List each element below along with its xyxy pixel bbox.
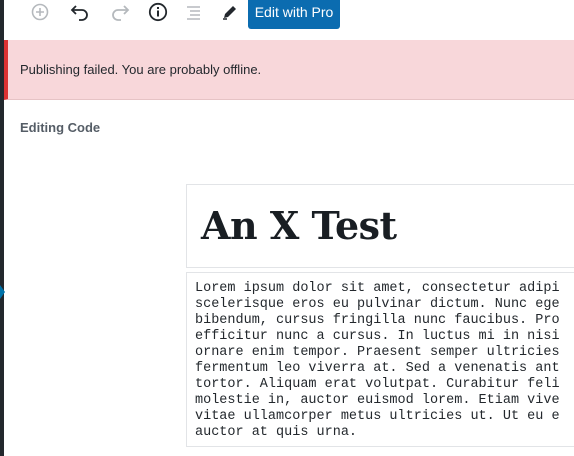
- code-line: efficitur nunc a cursus. In luctus mi in…: [195, 329, 560, 344]
- code-line: Lorem ipsum dolor sit amet, consectetur …: [195, 281, 560, 296]
- code-line: bibendum, cursus fringilla nunc faucibus…: [195, 313, 560, 328]
- code-line: fermentum leo viverra at. Sed a venenati…: [195, 361, 560, 376]
- code-line: molestie in, auctor euismod lorem. Etiam…: [195, 393, 560, 408]
- redo-icon[interactable]: [108, 0, 132, 24]
- info-icon[interactable]: [146, 0, 170, 24]
- post-title[interactable]: An X Test: [201, 203, 397, 248]
- undo-icon[interactable]: [68, 0, 92, 24]
- code-line: tortor. Aliquam erat volutpat. Curabitur…: [195, 377, 560, 392]
- code-line: ornare enim tempor. Praesent semper ultr…: [195, 345, 560, 360]
- code-line: vitae ullamcorper metus ultricies ut. Ut…: [195, 409, 560, 424]
- code-line: auctor at quis urna.: [195, 425, 358, 440]
- editor-toolbar: Edit with Pro: [4, 0, 574, 40]
- code-line: scelerisque eros eu pulvinar dictum. Nun…: [195, 297, 560, 312]
- notice-message: Publishing failed. You are probably offl…: [20, 62, 262, 77]
- section-title: Editing Code: [20, 120, 101, 135]
- edit-with-pro-button[interactable]: Edit with Pro: [248, 0, 340, 29]
- edit-pencil-icon[interactable]: [218, 0, 242, 24]
- code-editor-block[interactable]: Lorem ipsum dolor sit amet, consectetur …: [186, 272, 574, 447]
- error-notice: Publishing failed. You are probably offl…: [4, 40, 574, 100]
- admin-menu-indicator: [0, 285, 5, 299]
- post-title-block[interactable]: An X Test: [186, 184, 574, 268]
- list-view-icon[interactable]: [182, 0, 206, 24]
- add-block-icon[interactable]: [28, 0, 52, 24]
